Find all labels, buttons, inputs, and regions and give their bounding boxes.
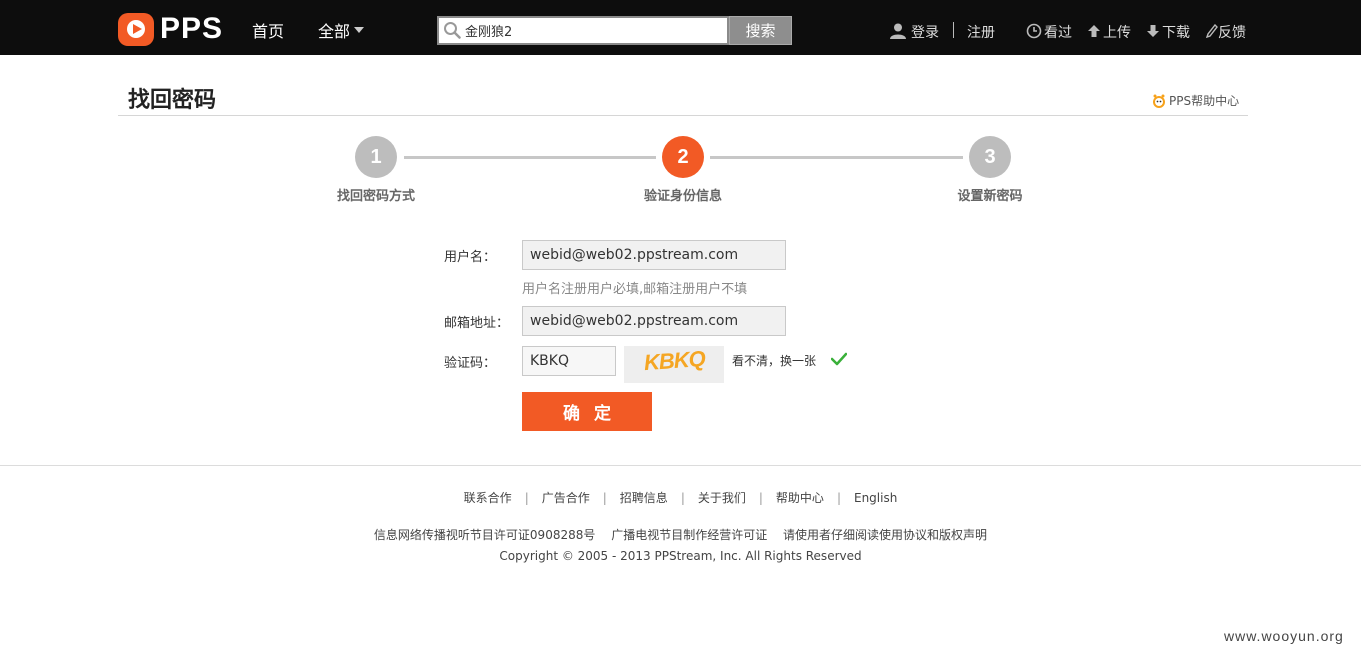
history-link[interactable]: 看过 xyxy=(1044,22,1072,42)
step-2-label: 验证身份信息 xyxy=(643,189,722,204)
username-hint: 用户名注册用户必填,邮箱注册用户不填 xyxy=(522,282,748,297)
feedback-link[interactable]: 反馈 xyxy=(1218,22,1246,42)
watermark-text: www.wooyun.org xyxy=(1224,628,1344,644)
refresh-captcha-link[interactable]: 看不清，换一张 xyxy=(732,352,816,369)
email-field[interactable] xyxy=(522,306,786,336)
nav-all-link[interactable]: 全部 xyxy=(318,18,350,42)
email-label: 邮箱地址： xyxy=(444,316,510,331)
captcha-input[interactable] xyxy=(522,346,616,376)
step-connector xyxy=(710,156,963,159)
pps-logo[interactable]: PPS xyxy=(118,11,228,47)
chevron-down-icon[interactable] xyxy=(354,27,364,33)
captcha-image-text: KBKQ xyxy=(643,345,706,376)
help-mascot-icon xyxy=(1153,94,1165,108)
step-1-indicator: 1 xyxy=(355,136,397,178)
footer-link-about[interactable]: 关于我们 xyxy=(698,491,746,505)
search-button[interactable]: 搜索 xyxy=(729,16,792,45)
logo-text: PPS xyxy=(160,12,224,45)
step-connector xyxy=(404,156,656,159)
footer-link-help[interactable]: 帮助中心 xyxy=(776,491,824,505)
login-link[interactable]: 登录 xyxy=(911,22,939,42)
upload-link[interactable]: 上传 xyxy=(1103,22,1131,42)
step-2-indicator: 2 xyxy=(662,136,704,178)
top-header: PPS 首页 全部 搜索 登录 注册 看过 上传 下载 反馈 xyxy=(0,0,1361,55)
confirm-button[interactable]: 确定 xyxy=(522,392,652,431)
username-field[interactable] xyxy=(522,240,786,270)
register-link[interactable]: 注册 xyxy=(967,22,995,42)
search-icon xyxy=(444,22,461,39)
footer-link-contact[interactable]: 联系合作 xyxy=(464,491,512,505)
captcha-image[interactable]: KBKQ xyxy=(624,346,724,383)
help-center-label: PPS帮助中心 xyxy=(1169,94,1240,108)
search-input[interactable] xyxy=(465,18,725,43)
help-center-link[interactable]: PPS帮助中心 xyxy=(1151,92,1239,109)
captcha-label: 验证码： xyxy=(444,356,497,371)
check-icon xyxy=(831,352,847,366)
license-link[interactable]: 请使用者仔细阅读使用协议和版权声明 xyxy=(783,528,987,542)
footer-links: 联系合作 | 广告合作 | 招聘信息 | 关于我们 | 帮助中心 | English xyxy=(463,491,898,505)
user-icon xyxy=(890,23,906,39)
pencil-icon xyxy=(1206,24,1218,38)
play-icon xyxy=(133,24,142,34)
username-label: 用户名： xyxy=(444,250,497,265)
title-divider xyxy=(118,115,1248,116)
copyright-text: Copyright © 2005 - 2013 PPStream, Inc. A… xyxy=(499,549,862,563)
upload-arrow-icon xyxy=(1088,25,1100,37)
license-row: 信息网络传播视听节目许可证0908288号 广播电视节目制作经营许可证 请使用者… xyxy=(0,526,1361,543)
download-link[interactable]: 下载 xyxy=(1162,22,1190,42)
search-box xyxy=(437,16,729,45)
footer-divider xyxy=(0,465,1361,466)
footer-link-jobs[interactable]: 招聘信息 xyxy=(620,491,668,505)
license-link[interactable]: 广播电视节目制作经营许可证 xyxy=(611,528,767,542)
clock-icon xyxy=(1026,23,1042,39)
license-link[interactable]: 信息网络传播视听节目许可证0908288号 xyxy=(374,528,595,542)
nav-divider xyxy=(953,22,954,38)
footer-link-english[interactable]: English xyxy=(854,491,897,505)
download-arrow-icon xyxy=(1147,25,1159,37)
step-3-label: 设置新密码 xyxy=(957,189,1023,204)
step-1-label: 找回密码方式 xyxy=(336,189,415,204)
page-title: 找回密码 xyxy=(128,88,217,113)
step-3-indicator: 3 xyxy=(969,136,1011,178)
footer-link-ads[interactable]: 广告合作 xyxy=(542,491,590,505)
nav-home-link[interactable]: 首页 xyxy=(252,18,284,42)
